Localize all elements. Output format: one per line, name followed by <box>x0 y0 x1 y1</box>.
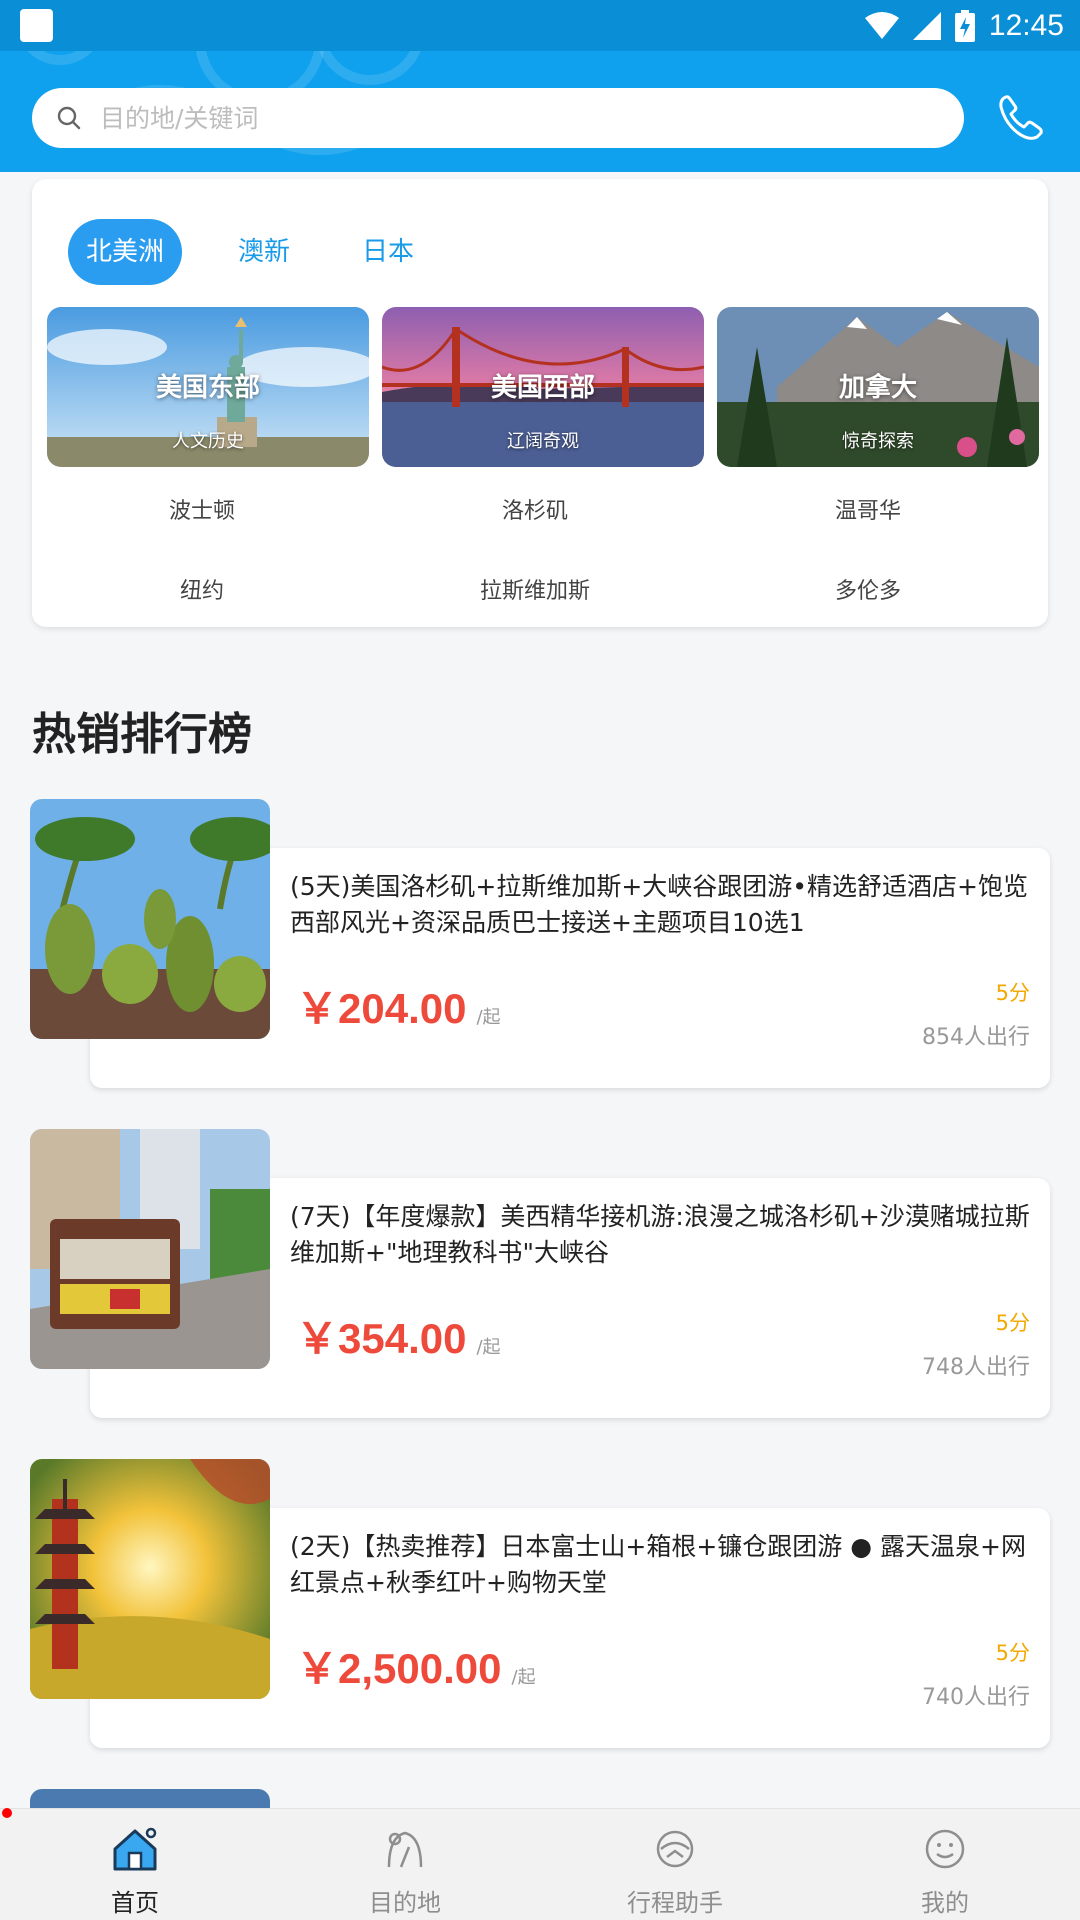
product-price: ￥2,500.00/起 <box>296 1635 536 1696</box>
city-link-toronto[interactable]: 多伦多 <box>703 573 1033 605</box>
city-link-new-york[interactable]: 纽约 <box>37 573 367 605</box>
region-tabs: 北美洲 澳新 日本 <box>68 219 470 285</box>
destination-cards: 美国东部 人文历史 美国西部 辽阔奇观 加拿大 惊奇探索 <box>47 307 1039 467</box>
cable-car-image <box>30 1129 270 1369</box>
destination-title: 美国西部 <box>490 373 595 403</box>
destination-subtitle: 人文历史 <box>172 431 244 452</box>
product-score: 5分 <box>995 1311 1030 1335</box>
phone-icon[interactable] <box>996 93 1046 143</box>
notification-dot <box>2 1808 12 1818</box>
product-item[interactable]: (5天)美国洛杉矶+拉斯维加斯+大峡谷跟团游•精选舒适酒店+饱览西部风光+资深品… <box>0 799 1080 1089</box>
nav-home[interactable]: 首页 <box>0 1809 270 1920</box>
price-value: ￥354.00 <box>296 1315 467 1362</box>
japan-pagoda-image <box>30 1459 270 1699</box>
product-travelers: 740人出行 <box>922 1685 1030 1710</box>
destination-card-us-east[interactable]: 美国东部 人文历史 <box>47 307 369 467</box>
battery-charging-icon <box>954 10 975 42</box>
app-screen: 12:45 北美洲 澳新 日本 <box>0 0 1080 1920</box>
region-card: 北美洲 澳新 日本 美国东部 人文历史 美国西部 辽阔奇观 加拿大 惊奇探索 波… <box>32 179 1048 627</box>
city-link-vancouver[interactable]: 温哥华 <box>703 493 1033 525</box>
bottom-nav: 首页 目的地 行程助手 我的 <box>0 1808 1080 1920</box>
home-icon <box>113 1827 157 1871</box>
product-thumbnail[interactable] <box>30 1129 270 1369</box>
hot-list-title: 热销排行榜 <box>32 709 252 760</box>
signal-icon <box>912 12 941 40</box>
city-link-los-angeles[interactable]: 洛杉矶 <box>370 493 700 525</box>
destination-subtitle: 辽阔奇观 <box>507 431 579 452</box>
price-value: ￥2,500.00 <box>296 1645 502 1692</box>
profile-icon <box>925 1829 965 1869</box>
destination-card-canada[interactable]: 加拿大 惊奇探索 <box>717 307 1039 467</box>
tab-australia-nz[interactable]: 澳新 <box>222 219 306 285</box>
wifi-icon <box>864 12 899 39</box>
search-input[interactable] <box>100 103 920 133</box>
nav-assistant[interactable]: 行程助手 <box>540 1809 810 1920</box>
destination-icon <box>387 1831 423 1868</box>
destination-title: 加拿大 <box>838 373 917 403</box>
status-bar: 12:45 <box>0 0 1080 51</box>
destination-title: 美国东部 <box>155 373 260 403</box>
nav-profile[interactable]: 我的 <box>810 1809 1080 1920</box>
product-score: 5分 <box>995 1641 1030 1665</box>
product-travelers: 854人出行 <box>922 1025 1030 1050</box>
nav-label: 我的 <box>921 1889 969 1917</box>
product-price: ￥354.00/起 <box>296 1305 501 1366</box>
price-unit: /起 <box>476 1337 501 1358</box>
product-name: (5天)美国洛杉矶+拉斯维加斯+大峡谷跟团游•精选舒适酒店+饱览西部风光+资深品… <box>290 872 1029 937</box>
price-unit: /起 <box>511 1667 536 1688</box>
nav-label: 行程助手 <box>627 1889 723 1917</box>
product-name: (7天)【年度爆款】美西精华接机游:浪漫之城洛杉矶+沙漠赌城拉斯维加斯+"地理教… <box>290 1202 1030 1267</box>
search-icon <box>57 106 81 130</box>
nav-label: 首页 <box>111 1889 159 1917</box>
tab-north-america[interactable]: 北美洲 <box>68 219 182 285</box>
nav-label: 目的地 <box>369 1889 441 1917</box>
price-unit: /起 <box>476 1007 501 1028</box>
header <box>0 51 1080 172</box>
product-travelers: 748人出行 <box>922 1355 1030 1380</box>
product-item[interactable]: (7天)【年度爆款】美西精华接机游:浪漫之城洛杉矶+沙漠赌城拉斯维加斯+"地理教… <box>0 1129 1080 1419</box>
product-thumbnail[interactable] <box>30 799 270 1039</box>
assistant-icon <box>656 1830 694 1868</box>
status-icons: 12:45 <box>864 8 1064 44</box>
product-price: ￥204.00/起 <box>296 975 501 1036</box>
product-name: (2天)【热卖推荐】日本富士山+箱根+镰仓跟团游 ● 露天温泉+网红景点+秋季红… <box>290 1532 1026 1597</box>
city-link-boston[interactable]: 波士顿 <box>37 493 367 525</box>
destination-subtitle: 惊奇探索 <box>842 431 914 452</box>
product-score: 5分 <box>995 981 1030 1005</box>
tab-japan[interactable]: 日本 <box>346 219 430 285</box>
cactus-garden-image <box>30 799 270 1039</box>
destination-card-us-west[interactable]: 美国西部 辽阔奇观 <box>382 307 704 467</box>
product-thumbnail[interactable] <box>30 1459 270 1699</box>
city-link-las-vegas[interactable]: 拉斯维加斯 <box>370 573 700 605</box>
nav-destination[interactable]: 目的地 <box>270 1809 540 1920</box>
app-notification-icon <box>20 9 53 42</box>
price-value: ￥204.00 <box>296 985 467 1032</box>
search-box[interactable] <box>32 88 964 148</box>
product-item[interactable]: (2天)【热卖推荐】日本富士山+箱根+镰仓跟团游 ● 露天温泉+网红景点+秋季红… <box>0 1459 1080 1749</box>
status-time: 12:45 <box>988 9 1064 42</box>
